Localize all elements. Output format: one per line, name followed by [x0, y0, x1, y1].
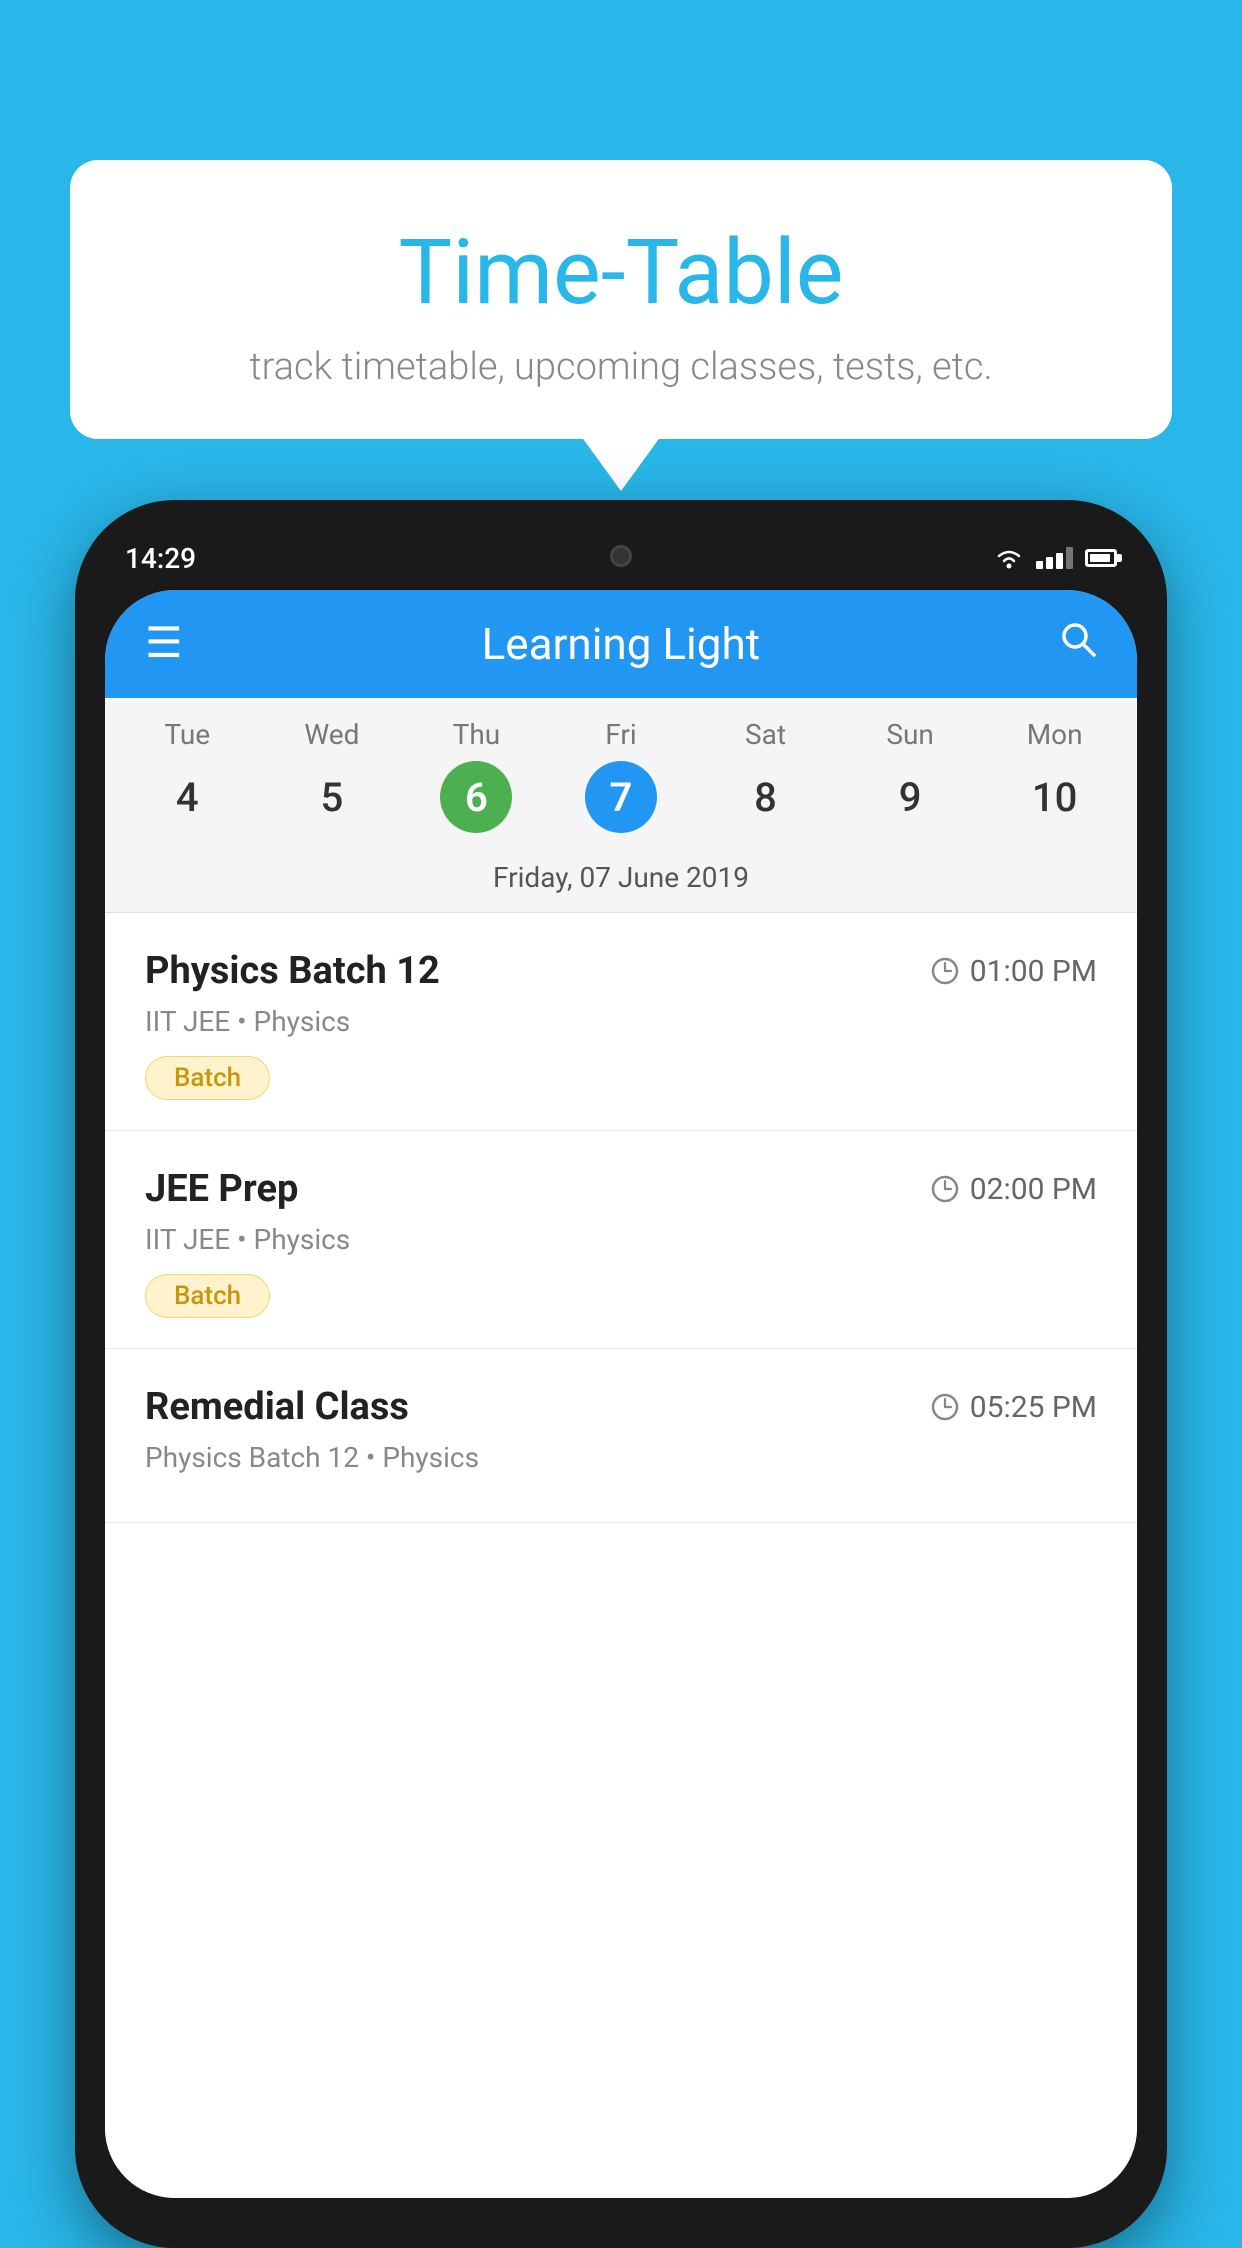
- calendar-strip: Tue 4 Wed 5 Thu 6 Fri 7 Sat 8 Sun 9 Mon 10 Friday, 07…: [105, 698, 1137, 913]
- days-row: Tue 4 Wed 5 Thu 6 Fri 7 Sat 8 Sun 9 Mon 10: [105, 718, 1137, 833]
- day-label: Sat: [745, 718, 786, 751]
- class-time: 01:00 PM: [930, 954, 1097, 989]
- tooltip-subtitle: track timetable, upcoming classes, tests…: [120, 345, 1122, 389]
- search-icon[interactable]: [1059, 620, 1097, 668]
- day-label: Wed: [304, 718, 359, 751]
- class-subtitle: IIT JEE • Physics: [145, 1223, 1097, 1256]
- day-number[interactable]: 10: [1019, 761, 1091, 833]
- app-toolbar: ☰ Learning Light: [105, 590, 1137, 698]
- selected-date-label: Friday, 07 June 2019: [105, 847, 1137, 913]
- class-name: Remedial Class: [145, 1385, 409, 1429]
- class-item[interactable]: Remedial Class 05:25 PM Physics Batch 12 …: [105, 1349, 1137, 1523]
- day-number[interactable]: 9: [874, 761, 946, 833]
- signal-icon: [1036, 547, 1073, 569]
- tooltip-title: Time-Table: [120, 220, 1122, 325]
- phone-screen: ☰ Learning Light Tue 4 Wed 5 Thu 6 Fri 7 Sat 8 Sun…: [105, 590, 1137, 2198]
- phone-frame: 14:29: [75, 500, 1167, 2248]
- status-icons: [994, 547, 1117, 569]
- app-title: Learning Light: [183, 618, 1059, 670]
- day-label: Fri: [605, 718, 636, 751]
- status-time: 14:29: [125, 542, 196, 575]
- wifi-icon: [994, 547, 1024, 569]
- class-subtitle: IIT JEE • Physics: [145, 1005, 1097, 1038]
- day-cell[interactable]: Wed 5: [267, 718, 397, 833]
- day-cell[interactable]: Tue 4: [122, 718, 252, 833]
- day-cell[interactable]: Fri 7: [556, 718, 686, 833]
- day-cell[interactable]: Mon 10: [990, 718, 1120, 833]
- day-label: Tue: [164, 718, 210, 751]
- phone-notch: [541, 528, 701, 583]
- day-label: Thu: [453, 718, 501, 751]
- tooltip-card: Time-Table track timetable, upcoming cla…: [70, 160, 1172, 439]
- clock-icon: [930, 956, 960, 986]
- class-subtitle: Physics Batch 12 • Physics: [145, 1441, 1097, 1474]
- class-name: Physics Batch 12: [145, 949, 440, 993]
- day-label: Sun: [886, 718, 934, 751]
- day-label: Mon: [1027, 718, 1083, 751]
- class-item[interactable]: JEE Prep 02:00 PM IIT JEE • Physics Batch: [105, 1131, 1137, 1349]
- class-list: Physics Batch 12 01:00 PM IIT JEE • Physi…: [105, 913, 1137, 2198]
- class-name: JEE Prep: [145, 1167, 298, 1211]
- phone-mockup: 14:29: [75, 500, 1167, 2208]
- clock-icon: [930, 1174, 960, 1204]
- menu-icon[interactable]: ☰: [145, 623, 183, 665]
- battery-icon: [1085, 549, 1117, 567]
- day-cell[interactable]: Sun 9: [845, 718, 975, 833]
- camera: [610, 545, 632, 567]
- day-number[interactable]: 5: [296, 761, 368, 833]
- class-time: 02:00 PM: [930, 1172, 1097, 1207]
- class-time: 05:25 PM: [930, 1390, 1097, 1425]
- status-bar: 14:29: [105, 528, 1137, 588]
- batch-badge: Batch: [145, 1056, 270, 1100]
- clock-icon: [930, 1392, 960, 1422]
- day-number[interactable]: 8: [730, 761, 802, 833]
- class-item[interactable]: Physics Batch 12 01:00 PM IIT JEE • Physi…: [105, 913, 1137, 1131]
- day-cell[interactable]: Thu 6: [411, 718, 541, 833]
- day-number[interactable]: 6: [440, 761, 512, 833]
- day-number[interactable]: 7: [585, 761, 657, 833]
- batch-badge: Batch: [145, 1274, 270, 1318]
- day-number[interactable]: 4: [151, 761, 223, 833]
- day-cell[interactable]: Sat 8: [701, 718, 831, 833]
